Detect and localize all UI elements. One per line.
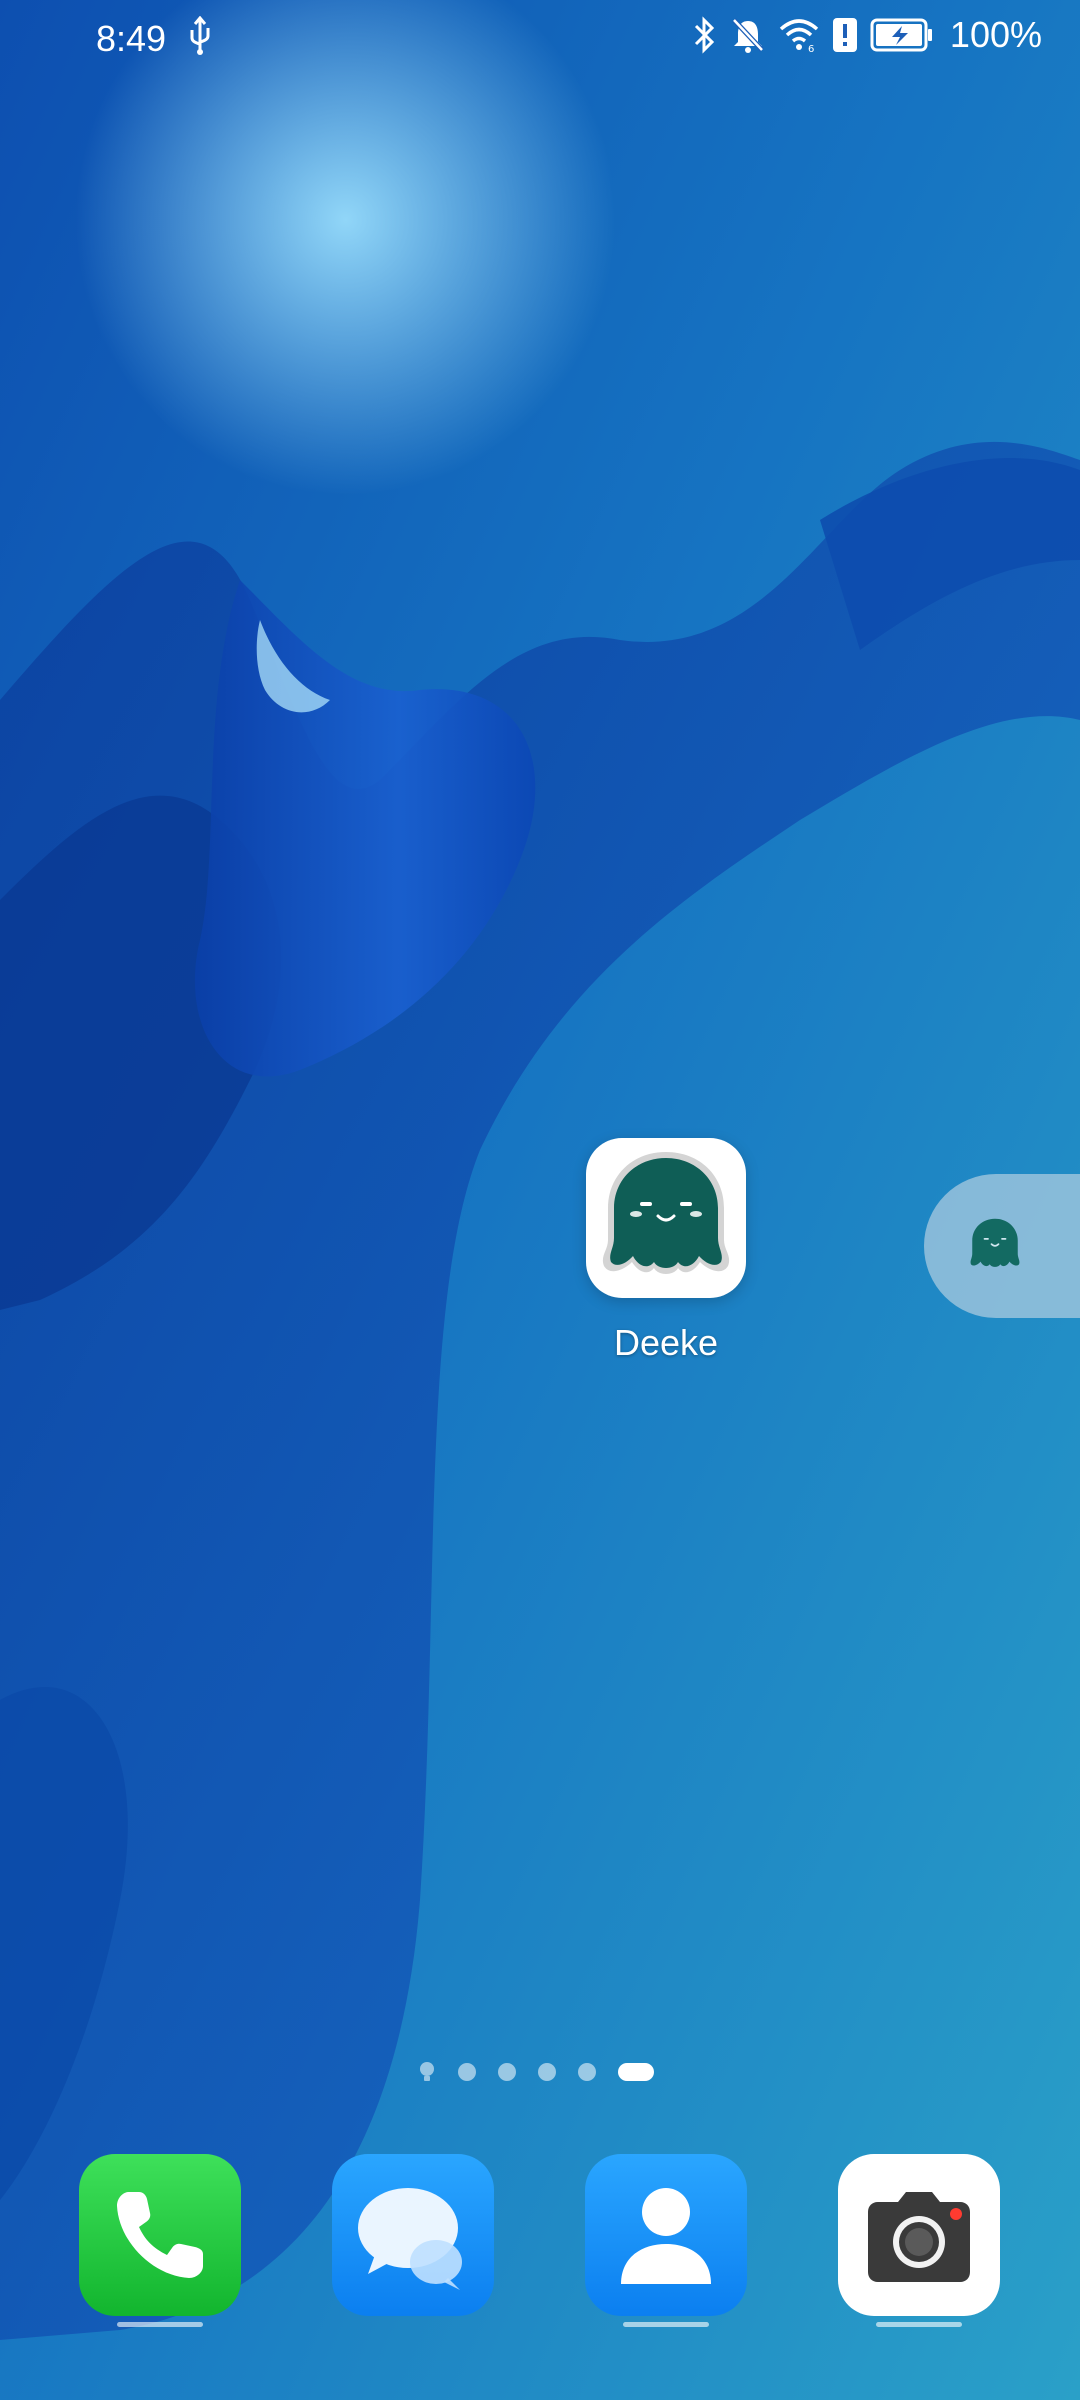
page-dot[interactable] <box>538 2063 556 2081</box>
octopus-icon <box>602 1152 730 1274</box>
status-time: 8:49 <box>96 18 167 59</box>
battery-percent: 100% <box>949 14 1042 55</box>
dock <box>0 2150 1080 2350</box>
battery-charging-icon <box>870 18 932 52</box>
dock-camera-app[interactable] <box>838 2154 1000 2316</box>
dock-messages-app[interactable] <box>332 2154 494 2316</box>
page-dot-current[interactable] <box>618 2063 654 2081</box>
deeke-app-label[interactable]: Deeke <box>566 1322 766 1364</box>
hint-page-icon[interactable] <box>418 2061 436 2083</box>
camera-icon <box>868 2192 970 2282</box>
alert-icon <box>832 18 857 52</box>
usb-icon <box>190 16 210 55</box>
status-bar: 8:49 6 100% <box>0 0 1080 80</box>
dock-phone-app[interactable] <box>79 2154 241 2316</box>
wallpaper <box>0 0 1080 2400</box>
svg-text:6: 6 <box>808 44 814 53</box>
page-dot[interactable] <box>458 2063 476 2081</box>
page-dot[interactable] <box>578 2063 596 2081</box>
page-indicator[interactable] <box>418 2060 654 2084</box>
dock-indicator <box>117 2322 203 2327</box>
mute-bell-icon <box>732 18 764 53</box>
status-icons: 6 100% <box>692 14 1042 56</box>
floating-assistant-button[interactable] <box>924 1174 1080 1318</box>
dock-indicator <box>623 2322 709 2327</box>
dock-indicator <box>876 2322 962 2327</box>
bluetooth-icon <box>694 16 715 54</box>
octopus-icon <box>970 1218 1020 1267</box>
person-icon <box>621 2188 711 2284</box>
wifi-icon: 6 <box>779 19 819 53</box>
deeke-app-icon[interactable] <box>586 1138 746 1298</box>
page-dot[interactable] <box>498 2063 516 2081</box>
message-bubbles-icon <box>358 2188 462 2290</box>
phone-icon <box>117 2192 203 2278</box>
dock-contacts-app[interactable] <box>585 2154 747 2316</box>
